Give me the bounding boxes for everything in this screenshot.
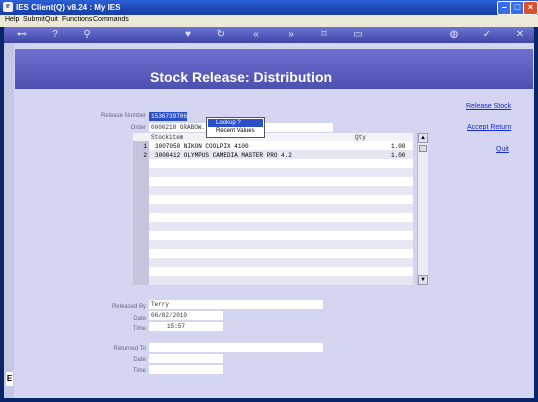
context-popup: Lookup ? Recent Values <box>206 117 265 138</box>
scroll-thumb[interactable] <box>419 145 427 152</box>
table-row[interactable] <box>149 222 413 231</box>
returned-date-label: Date <box>133 357 146 363</box>
menu-commands[interactable]: Commands <box>93 16 129 23</box>
released-date-label: Date <box>133 316 146 322</box>
table-row[interactable] <box>149 249 413 258</box>
returned-to-field[interactable] <box>149 343 323 352</box>
search-icon[interactable]: ⚲ <box>80 29 94 41</box>
released-by-field[interactable]: Terry <box>149 300 323 309</box>
release-number-label: Release Number <box>100 113 146 119</box>
quit-link[interactable]: Quit <box>496 146 509 153</box>
refresh-icon[interactable]: ↻ <box>214 29 228 41</box>
row-number: 1 <box>143 143 147 150</box>
menu-functions[interactable]: Functions <box>62 16 92 23</box>
table-row[interactable] <box>149 276 413 285</box>
row-number: 2 <box>143 152 147 159</box>
order-label: Order <box>130 125 146 131</box>
window-title: IES Client(Q) v8.24 : My IES <box>16 3 121 12</box>
released-date-field[interactable]: 06/02/2010 <box>149 311 223 320</box>
key-icon[interactable]: ⊷ <box>12 29 32 41</box>
table-row[interactable] <box>149 186 413 195</box>
app-icon: e <box>3 2 13 12</box>
release-stock-link[interactable]: Release Stock <box>466 103 511 110</box>
table-row[interactable] <box>149 213 413 222</box>
scroll-down-button[interactable]: ▼ <box>418 275 428 285</box>
close-icon[interactable]: ✕ <box>513 29 527 41</box>
release-number-field[interactable]: 1536739706 <box>149 112 187 121</box>
grid-scrollbar[interactable]: ▲ ▼ <box>417 133 428 285</box>
menu-submit[interactable]: Submit <box>23 16 45 23</box>
table-row[interactable] <box>149 231 413 240</box>
column-qty: Qty <box>355 134 366 141</box>
qty-cell[interactable]: 1.00 <box>391 143 405 150</box>
table-row[interactable] <box>149 258 413 267</box>
column-stockitem: Stockitem <box>151 134 184 141</box>
rewind-icon[interactable]: « <box>249 29 263 41</box>
menu-quit[interactable]: Quit <box>45 16 58 23</box>
heart-icon[interactable]: ♥ <box>181 29 195 41</box>
fast-forward-icon[interactable]: » <box>284 29 298 41</box>
left-strip <box>4 43 14 398</box>
help-icon[interactable]: ? <box>48 29 62 41</box>
table-row[interactable] <box>149 195 413 204</box>
menu-help[interactable]: Help <box>5 16 19 23</box>
stockitem-cell[interactable]: 3007058 NIKON COOLPIX 4100 <box>155 143 249 150</box>
check-icon[interactable]: ✓ <box>480 29 494 41</box>
table-row[interactable] <box>149 267 413 276</box>
close-window-button[interactable]: × <box>523 1 538 15</box>
recent-values-menu-item[interactable]: Recent Values <box>208 127 263 135</box>
lookup-menu-item[interactable]: Lookup ? <box>208 119 263 127</box>
table-row[interactable] <box>149 204 413 213</box>
table-row[interactable] <box>149 177 413 186</box>
row-gutter <box>133 141 149 285</box>
returned-time-label: Time <box>132 368 146 374</box>
table-row[interactable] <box>149 240 413 249</box>
qty-cell[interactable]: 1.00 <box>391 152 405 159</box>
returned-date-field[interactable] <box>149 354 223 363</box>
released-time-field[interactable]: 15:57 <box>149 322 223 331</box>
stockitem-cell[interactable]: 3008412 OLYMPUS CAMEDIA MASTER PRO 4.2 <box>155 152 292 159</box>
scroll-up-button[interactable]: ▲ <box>418 133 428 143</box>
released-time-label: Time <box>132 326 146 332</box>
page-icon[interactable]: ▭ <box>351 29 365 41</box>
table-row[interactable]: 3007058 NIKON COOLPIX 4100 1.00 <box>149 141 413 150</box>
table-row[interactable]: 3008412 OLYMPUS CAMEDIA MASTER PRO 4.2 1… <box>149 150 413 159</box>
returned-to-label: Returned To <box>113 346 146 352</box>
grid-header: Stockitem Qty <box>133 133 413 141</box>
toolbar: ⊷ ? ⚲ ♥ ↻ « » ⌑ ▭ ◍ ✓ ✕ <box>4 27 534 43</box>
title-bar[interactable]: e IES Client(Q) v8.24 : My IES – □ × <box>0 0 538 15</box>
table-row[interactable] <box>149 168 413 177</box>
accept-return-link[interactable]: Accept Return <box>467 124 511 131</box>
ies-badge-icon: E <box>6 372 13 386</box>
trash-icon[interactable]: ⌑ <box>317 29 331 41</box>
table-row[interactable] <box>149 159 413 168</box>
page-title: Stock Release: Distribution <box>150 69 333 85</box>
returned-time-field[interactable] <box>149 365 223 374</box>
globe-icon[interactable]: ◍ <box>447 29 461 41</box>
menu-bar: Help Submit Quit Functions Commands <box>0 15 538 27</box>
released-by-label: Released By <box>111 304 146 310</box>
